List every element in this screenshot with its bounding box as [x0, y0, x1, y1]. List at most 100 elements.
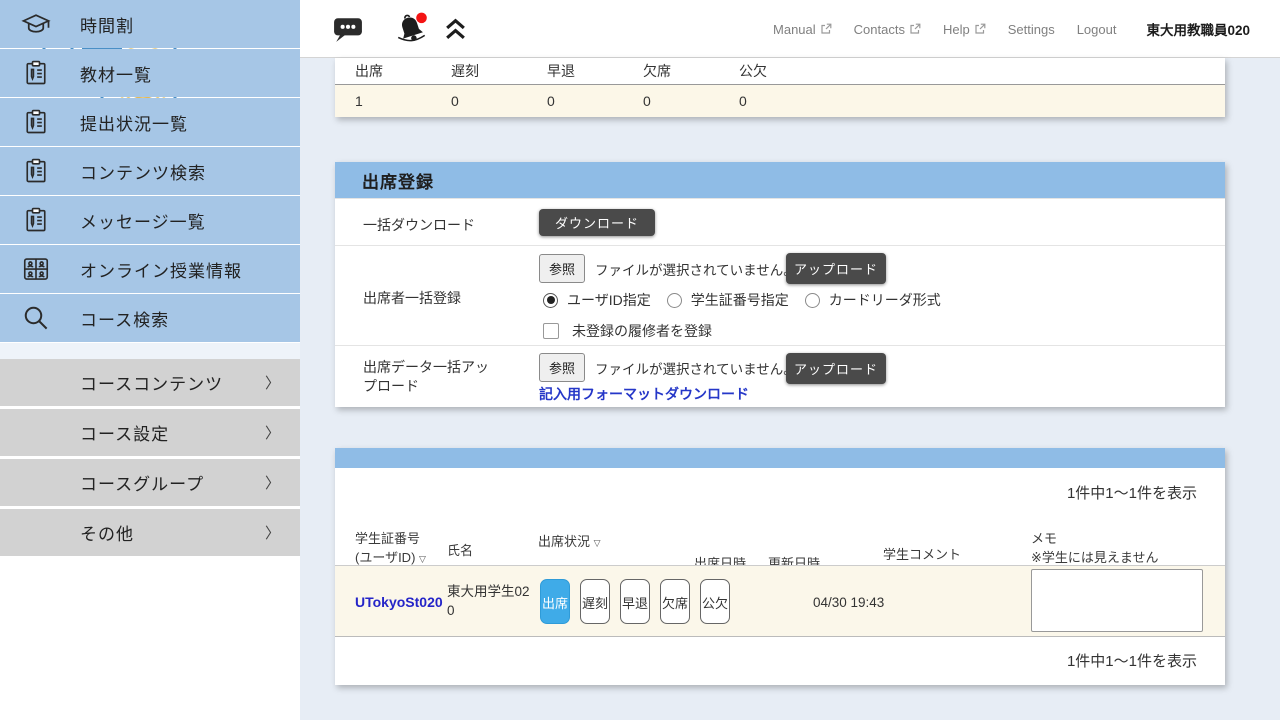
sidebar-item-course-search[interactable]: コース検索 — [0, 294, 300, 342]
status-button-late[interactable]: 遅刻 — [580, 579, 610, 624]
graduation-cap-icon — [20, 8, 52, 40]
roster-header-bar — [335, 448, 1225, 468]
attendance-summary-table: 出席 遅刻 早退 欠席 公欠 1 0 0 0 0 — [335, 58, 1225, 117]
attendance-roster-panel: 1件中1〜1件を表示 学生証番号 (ユーザID) ▽ 氏名 出席状況 ▽ 出席日… — [335, 448, 1225, 685]
logout-link-label: Logout — [1077, 22, 1117, 37]
sidebar-item-course-settings[interactable]: コース設定 〉 — [0, 409, 300, 456]
summary-header-leave-early: 早退 — [547, 61, 643, 81]
radio-user-id[interactable]: ユーザID指定 — [543, 290, 651, 310]
no-file-text: ファイルが選択されていません。 — [595, 259, 797, 279]
sidebar-item-course-group[interactable]: コースグループ 〉 — [0, 459, 300, 506]
manual-link[interactable]: Manual — [773, 22, 832, 37]
chevron-right-icon: 〉 — [265, 472, 280, 493]
sidebar-item-label: 教材一覧 — [80, 61, 152, 86]
sort-icon: ▽ — [594, 538, 601, 548]
summary-value-attend: 1 — [355, 93, 451, 109]
student-row: UTokyoSt020 東大用学生020 出席 遅刻 早退 欠席 公欠 04/3… — [335, 565, 1225, 637]
radio-student-number[interactable]: 学生証番号指定 — [667, 290, 789, 310]
bulk-register-row: 出席者一括登録 参照 ファイルが選択されていません。 アップロード ユーザID指… — [335, 245, 1225, 345]
clipboard-icon — [20, 106, 52, 138]
column-student-id-sort[interactable]: 学生証番号 (ユーザID) ▽ — [355, 530, 426, 568]
logout-link[interactable]: Logout — [1077, 22, 1117, 37]
contacts-link[interactable]: Contacts — [854, 22, 921, 37]
radio-selected-icon — [543, 293, 558, 308]
settings-link[interactable]: Settings — [1008, 22, 1055, 37]
sidebar-item-label: コース設定 — [80, 420, 169, 445]
online-class-icon — [20, 253, 52, 285]
bell-icon — [394, 11, 430, 47]
browse-button[interactable]: 参照 — [539, 254, 585, 283]
sidebar-item-label: その他 — [80, 520, 134, 545]
sidebar-divider — [0, 343, 300, 359]
status-button-absent[interactable]: 欠席 — [660, 579, 690, 624]
radio-label: 学生証番号指定 — [691, 290, 789, 310]
speech-bubble-icon — [333, 16, 363, 43]
sidebar-item-label: コースグループ — [80, 470, 204, 495]
sidebar-item-others[interactable]: その他 〉 — [0, 509, 300, 556]
current-user-label: 東大用教職員020 — [1146, 19, 1250, 39]
status-button-leave-early[interactable]: 早退 — [620, 579, 650, 624]
roster-column-headers: 1件中1〜1件を表示 学生証番号 (ユーザID) ▽ 氏名 出席状況 ▽ 出席日… — [335, 468, 1225, 565]
sidebar-item-messages[interactable]: メッセージ一覧 — [0, 196, 300, 244]
messages-button[interactable] — [333, 0, 363, 58]
clipboard-icon — [20, 57, 52, 89]
radio-label: ユーザID指定 — [567, 290, 651, 310]
checkbox-label: 未登録の履修者を登録 — [572, 321, 712, 341]
clipboard-icon — [20, 204, 52, 236]
update-time-value: 04/30 19:43 — [813, 566, 884, 638]
panel-title: 出席登録 — [335, 162, 1225, 198]
external-link-icon — [909, 23, 921, 35]
settings-link-label: Settings — [1008, 22, 1055, 37]
download-button[interactable]: ダウンロード — [539, 209, 655, 236]
browse-button[interactable]: 参照 — [539, 353, 585, 382]
help-link-label: Help — [943, 22, 970, 37]
summary-header-row: 出席 遅刻 早退 欠席 公欠 — [335, 58, 1225, 85]
attendance-registration-panel: 出席登録 一括ダウンロード ダウンロード 出席者一括登録 参照 ファイルが選択さ… — [335, 162, 1225, 407]
bulk-download-row: 一括ダウンロード ダウンロード — [335, 198, 1225, 245]
sidebar-item-label: コンテンツ検索 — [80, 159, 206, 184]
sidebar-item-submissions[interactable]: 提出状況一覧 — [0, 98, 300, 146]
column-label: 学生証番号 — [355, 531, 420, 546]
external-link-icon — [820, 23, 832, 35]
column-memo: メモ ※学生には見えません — [1031, 530, 1159, 568]
status-button-excused[interactable]: 公欠 — [700, 579, 730, 624]
upload-button[interactable]: アップロード — [786, 253, 886, 284]
page: UTokyo LMS 時間割 教材一覧 提出状況 — [0, 0, 1280, 720]
chevron-right-icon: 〉 — [265, 522, 280, 543]
summary-value-excused: 0 — [739, 93, 835, 109]
sidebar-item-label: メッセージ一覧 — [80, 208, 206, 233]
register-unenrolled-checkbox[interactable]: 未登録の履修者を登録 — [543, 321, 712, 341]
data-upload-label: 出席データ一括アップロード — [363, 358, 495, 396]
upload-button[interactable]: アップロード — [786, 353, 886, 384]
collapse-topbar-button[interactable] — [443, 0, 468, 58]
column-status-sort[interactable]: 出席状況 ▽ — [538, 533, 601, 552]
file-select-line: 参照 ファイルが選択されていません。 — [539, 254, 797, 283]
clipboard-icon — [20, 155, 52, 187]
sort-icon: ▽ — [419, 554, 426, 564]
id-type-radio-group: ユーザID指定 学生証番号指定 カードリーダ形式 — [543, 290, 941, 310]
radio-unselected-icon — [805, 293, 820, 308]
data-upload-row: 出席データ一括アップロード 参照 ファイルが選択されていません。 アップロード … — [335, 345, 1225, 407]
memo-textarea[interactable] — [1031, 569, 1203, 632]
no-file-text: ファイルが選択されていません。 — [595, 358, 797, 378]
notifications-button[interactable] — [394, 0, 430, 58]
chevron-right-icon: 〉 — [265, 422, 280, 443]
summary-value-late: 0 — [451, 93, 547, 109]
column-student-comment: 学生コメント — [883, 546, 961, 565]
help-link[interactable]: Help — [943, 22, 986, 37]
column-name: 氏名 — [447, 542, 473, 561]
status-button-attend[interactable]: 出席 — [540, 579, 570, 624]
sidebar-item-label: コース検索 — [80, 306, 169, 331]
radio-card-reader[interactable]: カードリーダ形式 — [805, 290, 941, 310]
sidebar-item-course-contents[interactable]: コースコンテンツ 〉 — [0, 359, 300, 406]
sidebar-item-timetable[interactable]: 時間割 — [0, 0, 300, 48]
manual-link-label: Manual — [773, 22, 816, 37]
sidebar-item-label: コースコンテンツ — [80, 370, 223, 395]
result-count-text: 1件中1〜1件を表示 — [1067, 650, 1197, 671]
sidebar-item-materials[interactable]: 教材一覧 — [0, 49, 300, 97]
sidebar-item-online-class[interactable]: オンライン授業情報 — [0, 245, 300, 293]
radio-label: カードリーダ形式 — [829, 290, 941, 310]
format-download-link[interactable]: 記入用フォーマットダウンロード — [539, 384, 749, 404]
sidebar-item-content-search[interactable]: コンテンツ検索 — [0, 147, 300, 195]
student-id-link[interactable]: UTokyoSt020 — [355, 566, 443, 638]
